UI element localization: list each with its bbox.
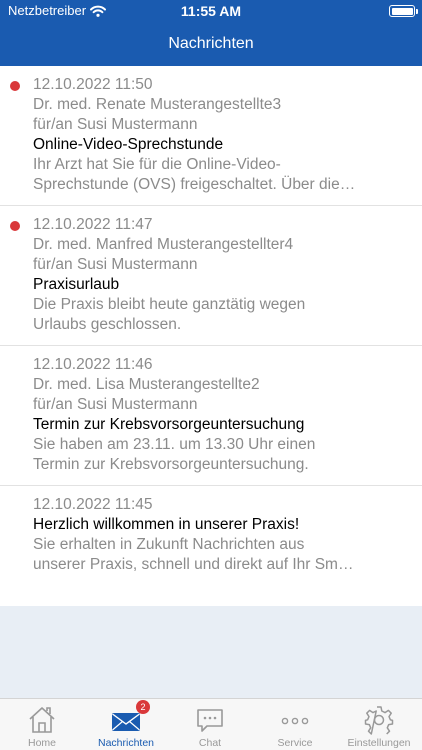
tab-service[interactable]: Service xyxy=(253,699,337,750)
battery-tip xyxy=(416,9,418,14)
tab-home-label: Home xyxy=(27,737,56,749)
status-time: 11:55 AM xyxy=(180,3,242,19)
tab-service-label: Service xyxy=(277,737,313,749)
gear-icon xyxy=(364,705,394,735)
message-preview: Sprechstunde (OVS) freigeschaltet. Über … xyxy=(33,176,356,193)
tab-settings-label: Einstellungen xyxy=(347,737,411,749)
message-subject: Termin zur Krebsvorsorgeuntersuchung xyxy=(33,416,305,433)
page-title: Nachrichten xyxy=(168,35,254,52)
message-recipient: für/an Susi Mustermann xyxy=(33,116,198,133)
battery-icon xyxy=(389,5,415,17)
message-subject: Online-Video-Sprechstunde xyxy=(33,136,224,153)
tab-messages[interactable]: 2 Nachrichten xyxy=(84,699,168,750)
message-preview: Termin zur Krebsvorsorgeuntersuchung. xyxy=(33,456,309,473)
message-preview: unserer Praxis, schnell und direkt auf I… xyxy=(33,556,354,573)
message-preview: Urlaubs geschlossen. xyxy=(33,316,182,333)
message-preview: Sie erhalten in Zukunft Nachrichten aus xyxy=(33,536,305,553)
unread-count-badge: 2 xyxy=(136,700,150,714)
tab-settings[interactable]: Einstellungen xyxy=(337,699,421,750)
status-bar: Netzbetreiber 11:55 AM xyxy=(0,0,422,26)
message-list: 12.10.2022 11:50 Dr. med. Renate Mustera… xyxy=(0,66,422,606)
message-item[interactable]: 12.10.2022 11:46 Dr. med. Lisa Musterang… xyxy=(0,346,422,486)
message-sender: Dr. med. Manfred Musterangestellter4 xyxy=(33,236,294,253)
unread-indicator xyxy=(10,81,20,91)
message-subject: Herzlich willkommen in unserer Praxis! xyxy=(33,516,300,533)
message-preview: Sie haben am 23.11. um 13.30 Uhr einen xyxy=(33,436,316,453)
message-recipient: für/an Susi Mustermann xyxy=(33,256,198,273)
message-datetime: 12.10.2022 11:46 xyxy=(33,356,153,373)
message-sender: Dr. med. Lisa Musterangestellte2 xyxy=(33,376,260,393)
chat-bubble-icon xyxy=(195,705,225,735)
tab-chat[interactable]: Chat xyxy=(168,699,252,750)
message-sender: Dr. med. Renate Musterangestellte3 xyxy=(33,96,282,113)
more-dots-icon xyxy=(280,705,310,735)
tab-chat-label: Chat xyxy=(198,737,222,749)
message-preview: Die Praxis bleibt heute ganztätig wegen xyxy=(33,296,306,313)
message-item[interactable]: 12.10.2022 11:50 Dr. med. Renate Mustera… xyxy=(0,66,422,206)
tab-home[interactable]: Home xyxy=(0,699,84,750)
message-item[interactable]: 12.10.2022 11:45 Herzlich willkommen in … xyxy=(0,486,422,606)
message-recipient: für/an Susi Mustermann xyxy=(33,396,198,413)
message-datetime: 12.10.2022 11:45 xyxy=(33,496,153,513)
message-preview: Ihr Arzt hat Sie für die Online-Video- xyxy=(33,156,281,173)
tab-bar: Home 2 Nachrichten Chat Service Einstell… xyxy=(0,698,422,750)
message-datetime: 12.10.2022 11:50 xyxy=(33,76,153,93)
tab-messages-label: Nachrichten xyxy=(97,737,155,749)
app-header: Netzbetreiber 11:55 AM Nachrichten xyxy=(0,0,422,66)
unread-indicator xyxy=(10,221,20,231)
message-item[interactable]: 12.10.2022 11:47 Dr. med. Manfred Muster… xyxy=(0,206,422,346)
message-datetime: 12.10.2022 11:47 xyxy=(33,216,153,233)
message-subject: Praxisurlaub xyxy=(33,276,120,293)
house-icon xyxy=(27,705,57,735)
